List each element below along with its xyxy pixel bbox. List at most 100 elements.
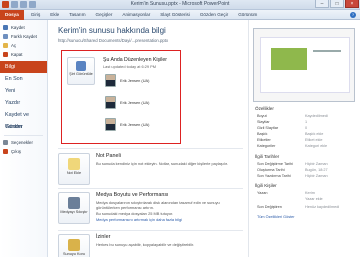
permissions-description: Herkes bu sunuyu açabilir, kopyalayabili… [96, 242, 195, 247]
person-row[interactable]: Yazar ekle [257, 197, 357, 201]
nav-print[interactable]: Yazdır [0, 97, 47, 109]
person-row: Son Değiştiren Henüz kaydedilmedi [257, 205, 357, 209]
nav-info[interactable]: Bilgi [0, 61, 47, 73]
media-info-link[interactable]: Medya performansını artırmak için daha f… [96, 217, 241, 222]
date-key: Oluşturma Tarihi [257, 168, 285, 172]
view-editors-button[interactable]: Şirt Görüntüle [67, 57, 95, 85]
tab-animations[interactable]: Animasyonlar [117, 10, 155, 20]
editor-name: Erik Jensen (UA) [120, 121, 150, 127]
nav-help[interactable]: Yardım [0, 121, 47, 133]
property-row[interactable]: Etiketler Etiket ekle [257, 138, 357, 142]
note-icon [68, 158, 80, 170]
date-value: Hiçbir Zaman [305, 174, 328, 178]
nav-new[interactable]: Yeni [0, 85, 47, 97]
tab-home[interactable]: Giriş [26, 10, 45, 20]
nav-open-label: Aç [11, 43, 17, 48]
view-editors-label: Şirt Görüntüle [69, 72, 93, 76]
options-icon [3, 140, 8, 145]
person-row: Yazan Kerim [257, 191, 357, 195]
file-path: http://sunucu/Shared Documents/Dayi/...p… [58, 38, 169, 43]
close-file-icon [3, 52, 8, 57]
nav-options[interactable]: Seçenekler [0, 138, 47, 147]
add-note-button[interactable]: Not Ekle [58, 153, 90, 185]
property-key: Başlık [257, 132, 268, 136]
property-value[interactable]: Başlık ekle [305, 132, 323, 136]
help-icon[interactable]: ? [350, 12, 356, 18]
exit-icon [3, 149, 8, 154]
avatar [105, 95, 116, 109]
nav-recent[interactable]: En Son [0, 73, 47, 85]
property-key: Kategoriler [257, 144, 276, 148]
people-icon [76, 61, 86, 71]
close-button[interactable]: × [345, 0, 359, 8]
nav-exit[interactable]: Çıkış [0, 147, 47, 156]
ribbon-tabs: Dosya Giriş Ekle Tasarım Geçişler Animas… [0, 9, 360, 20]
window-controls: – □ × [315, 0, 359, 8]
property-row: Slaytlar 1 [257, 120, 357, 124]
tab-slideshow[interactable]: Slayt Gösterisi [155, 10, 195, 20]
add-note-label: Not Ekle [66, 171, 82, 175]
properties-pane: Özellikler Boyut Kaydedilmedi Slaytlar 1… [248, 20, 360, 257]
lock-icon [68, 239, 80, 251]
title-bar: Kerim'in Sunusu.pptx - Microsoft PowerPo… [0, 0, 360, 10]
person-value: Henüz kaydedilmedi [305, 205, 340, 209]
property-value[interactable]: Etiket ekle [305, 138, 323, 142]
editor-name: Erik Jensen (UA) [120, 77, 150, 83]
person-key: Son Değiştiren [257, 205, 282, 209]
compress-media-button[interactable]: Medyayı Sıkıştır [58, 192, 90, 224]
person-key: Yazan [257, 191, 268, 195]
nav-close[interactable]: Kapat [0, 50, 47, 59]
notes-title: Not Paneli [96, 153, 121, 159]
folder-open-icon [3, 43, 8, 48]
tab-design[interactable]: Tasarım [64, 10, 90, 20]
maximize-button[interactable]: □ [330, 0, 344, 8]
backstage-nav: Kaydet Farklı Kaydet Aç Kapat Bilgi En S… [0, 20, 48, 257]
section-divider [58, 188, 243, 189]
tab-file[interactable]: Dosya [0, 9, 24, 20]
section-divider [58, 230, 243, 231]
avatar [105, 117, 116, 131]
property-value: Kaydedilmedi [305, 114, 328, 118]
editor-item[interactable]: Erik Jensen (UA) [105, 95, 149, 109]
film-icon [68, 197, 80, 209]
show-all-properties-link[interactable]: Tüm Özellikleri Göster [257, 215, 295, 219]
nav-save-as[interactable]: Farklı Kaydet [0, 32, 47, 41]
property-row[interactable]: Kategoriler Kategori ekle [257, 144, 357, 148]
protect-label: Sunuyu Koru [63, 252, 85, 256]
date-value: Hiçbir Zaman [305, 162, 328, 166]
editor-item[interactable]: Erik Jensen (UA) [105, 73, 149, 87]
property-row[interactable]: Başlık Başlık ekle [257, 132, 357, 136]
tab-insert[interactable]: Ekle [45, 10, 64, 20]
minimize-button[interactable]: – [315, 0, 329, 8]
properties-header[interactable]: Özellikler [255, 106, 274, 111]
property-key: Gizli Slaytlar [257, 126, 279, 130]
save-as-icon [3, 34, 8, 39]
permissions-title: İzinler [96, 234, 111, 240]
tab-view[interactable]: Görünüm [233, 10, 262, 20]
nav-save[interactable]: Kaydet [0, 23, 47, 32]
current-editors-panel: Şirt Görüntüle Şu Anda Düzenleyen Kişile… [61, 50, 181, 144]
property-value[interactable]: Kategori ekle [305, 144, 327, 148]
nav-save-and-send[interactable]: Kaydet ve Gönder [0, 109, 47, 130]
date-row: Oluşturma Tarihi Bugün, 18:27 [257, 168, 357, 172]
protect-presentation-button[interactable]: Sunuyu Koru [58, 234, 90, 257]
property-value: 1 [305, 120, 308, 124]
media-title: Medya Boyutu ve Performansı [96, 192, 169, 198]
date-key: Son Değiştirme Tarihi [257, 162, 294, 166]
date-row: Son Değiştirme Tarihi Hiçbir Zaman [257, 162, 357, 166]
last-updated-text: Last updated today at 6:29 PM [103, 64, 156, 69]
related-dates-header: İlgili Tarihler [255, 154, 280, 159]
editors-title: Şu Anda Düzenleyen Kişiler [103, 57, 168, 63]
property-key: Slaytlar [257, 120, 270, 124]
save-icon [3, 25, 8, 30]
nav-open[interactable]: Aç [0, 41, 47, 50]
property-key: Etiketler [257, 138, 271, 142]
editor-item[interactable]: Erik Jensen (UA) [105, 117, 149, 131]
tab-review[interactable]: Gözden Geçir [195, 10, 233, 20]
add-author-link[interactable]: Yazar ekle [305, 197, 323, 201]
property-value: 0 [305, 126, 308, 130]
tab-transitions[interactable]: Geçişler [91, 10, 118, 20]
person-value[interactable]: Kerim [305, 191, 315, 195]
nav-close-label: Kapat [11, 52, 23, 57]
avatar [105, 73, 116, 87]
